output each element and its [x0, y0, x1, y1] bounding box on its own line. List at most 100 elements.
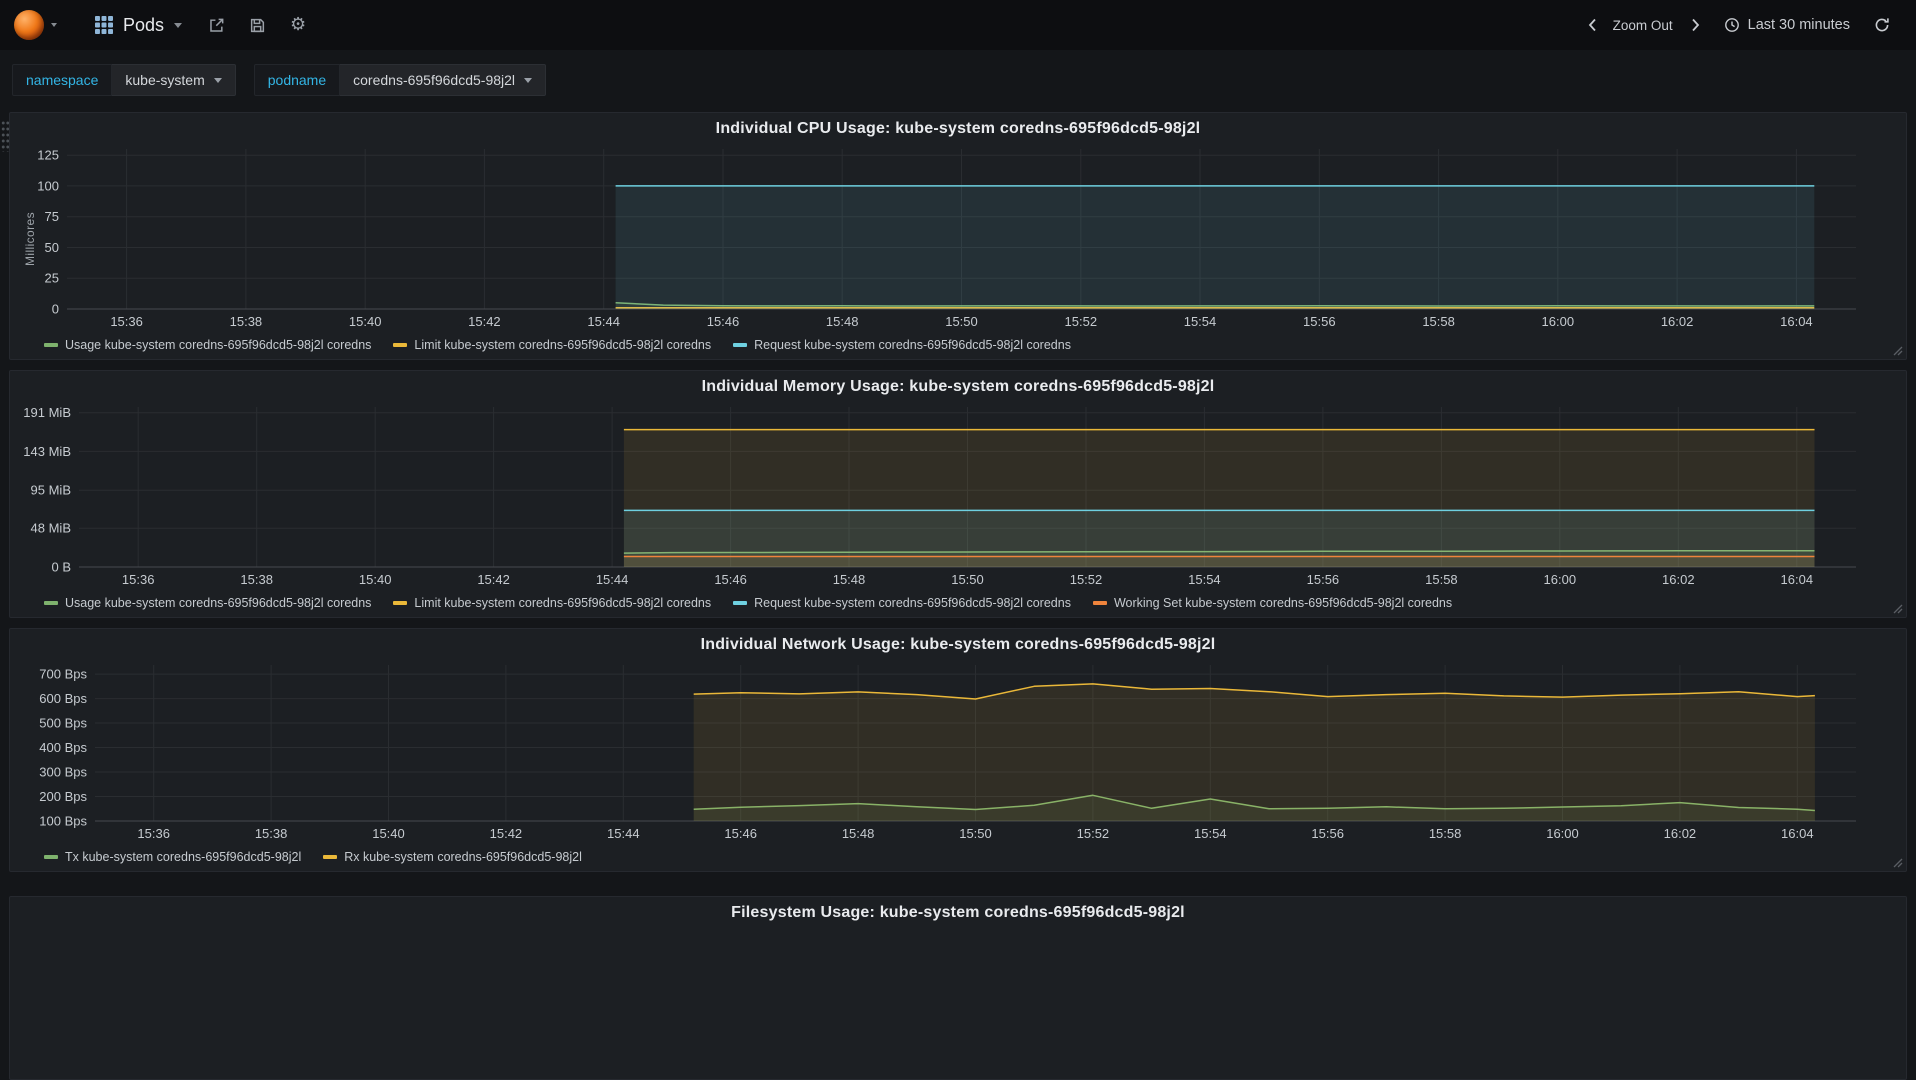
panel-filesystem-usage: Filesystem Usage: kube-system coredns-69… — [9, 896, 1907, 1080]
time-range-picker[interactable]: Last 30 minutes — [1712, 11, 1862, 39]
memory-legend: Usage kube-system coredns-695f96dcd5-98j… — [20, 593, 1896, 615]
legend-swatch-icon — [44, 855, 58, 859]
svg-text:15:44: 15:44 — [607, 826, 640, 841]
legend-series-toggle[interactable]: Request kube-system coredns-695f96dcd5-9… — [733, 338, 1071, 352]
legend-series-toggle[interactable]: Tx kube-system coredns-695f96dcd5-98j2l — [44, 850, 301, 864]
legend-series-toggle[interactable]: Usage kube-system coredns-695f96dcd5-98j… — [44, 596, 371, 610]
legend-swatch-icon — [323, 855, 338, 859]
svg-text:15:48: 15:48 — [842, 826, 875, 841]
svg-text:48 MiB: 48 MiB — [31, 521, 71, 536]
svg-text:15:38: 15:38 — [240, 572, 273, 587]
variable-namespace-value-dropdown[interactable]: kube-system — [112, 64, 236, 96]
caret-down-icon — [174, 22, 183, 28]
svg-text:16:00: 16:00 — [1546, 826, 1579, 841]
variable-podname-value-dropdown[interactable]: coredns-695f96dcd5-98j2l — [340, 64, 547, 96]
panel-title[interactable]: Individual Memory Usage: kube-system cor… — [20, 371, 1896, 401]
gear-icon: ⚙ — [290, 14, 307, 35]
refresh-icon — [1875, 18, 1889, 32]
svg-text:191 MiB: 191 MiB — [23, 405, 71, 420]
memory-usage-chart[interactable]: 15:36 15:38 15:40 15:42 15:44 15:46 15:48 15:50… — [20, 401, 1896, 593]
panel-resize-handle-icon[interactable] — [1892, 603, 1903, 614]
panel-title[interactable]: Individual CPU Usage: kube-system coredn… — [20, 113, 1896, 143]
variable-podname: podname coredns-695f96dcd5-98j2l — [253, 64, 547, 96]
panel-memory-usage: Individual Memory Usage: kube-system cor… — [9, 370, 1907, 618]
panel-network-usage: Individual Network Usage: kube-system co… — [9, 628, 1907, 872]
share-icon — [210, 18, 224, 32]
svg-text:15:58: 15:58 — [1422, 314, 1455, 329]
panel-title[interactable]: Filesystem Usage: kube-system coredns-69… — [20, 897, 1896, 927]
variable-namespace-label[interactable]: namespace — [12, 64, 113, 96]
svg-text:15:56: 15:56 — [1303, 314, 1336, 329]
svg-text:15:40: 15:40 — [349, 314, 382, 329]
time-range-label: Last 30 minutes — [1747, 17, 1850, 33]
dashboard-picker[interactable]: Pods — [83, 9, 194, 42]
legend-swatch-icon — [393, 601, 408, 605]
svg-text:16:02: 16:02 — [1661, 314, 1694, 329]
cpu-usage-chart[interactable]: 15:36 15:38 15:40 15:42 15:44 15:46 15:48 15:50… — [20, 143, 1896, 335]
share-button[interactable] — [198, 10, 235, 41]
settings-button[interactable]: ⚙ — [280, 10, 316, 40]
svg-text:15:50: 15:50 — [945, 314, 978, 329]
legend-series-toggle[interactable]: Usage kube-system coredns-695f96dcd5-98j… — [44, 338, 371, 352]
legend-series-toggle[interactable]: Request kube-system coredns-695f96dcd5-9… — [733, 596, 1071, 610]
svg-text:0: 0 — [52, 302, 59, 317]
grafana-menu-button[interactable] — [10, 6, 65, 44]
svg-text:15:50: 15:50 — [951, 572, 984, 587]
save-icon — [250, 18, 265, 32]
svg-text:200 Bps: 200 Bps — [39, 789, 87, 804]
legend-series-toggle[interactable]: Working Set kube-system coredns-695f96dc… — [1092, 596, 1452, 610]
refresh-button[interactable] — [1864, 10, 1900, 40]
svg-text:15:38: 15:38 — [255, 826, 288, 841]
dashboard-grid-icon — [95, 16, 113, 34]
svg-text:600 Bps: 600 Bps — [39, 691, 87, 706]
svg-text:16:02: 16:02 — [1662, 572, 1695, 587]
panel-resize-handle-icon[interactable] — [1892, 857, 1903, 868]
svg-text:16:00: 16:00 — [1544, 572, 1577, 587]
save-button[interactable] — [239, 10, 276, 41]
svg-text:400 Bps: 400 Bps — [39, 740, 87, 755]
legend-series-toggle[interactable]: Limit kube-system coredns-695f96dcd5-98j… — [393, 338, 711, 352]
legend-swatch-icon — [733, 601, 748, 605]
filesystem-usage-chart[interactable] — [20, 927, 1896, 1077]
svg-text:15:48: 15:48 — [826, 314, 859, 329]
network-usage-chart[interactable]: 15:36 15:38 15:40 15:42 15:44 15:46 15:48 15:50… — [20, 659, 1896, 847]
svg-text:15:50: 15:50 — [959, 826, 992, 841]
svg-text:15:52: 15:52 — [1077, 826, 1110, 841]
svg-text:15:58: 15:58 — [1425, 572, 1458, 587]
panel-cpu-usage: Individual CPU Usage: kube-system coredn… — [9, 112, 1907, 360]
svg-text:15:54: 15:54 — [1194, 826, 1227, 841]
variable-podname-label[interactable]: podname — [253, 64, 341, 96]
legend-swatch-icon — [44, 343, 58, 347]
svg-text:16:00: 16:00 — [1542, 314, 1575, 329]
svg-text:15:56: 15:56 — [1311, 826, 1344, 841]
time-pan-left-button[interactable] — [1576, 10, 1609, 40]
svg-text:500 Bps: 500 Bps — [39, 716, 87, 731]
svg-text:25: 25 — [45, 271, 59, 286]
zoom-out-button[interactable]: Zoom Out — [1609, 12, 1677, 39]
cpu-legend: Usage kube-system coredns-695f96dcd5-98j… — [20, 335, 1896, 357]
variable-podname-value: coredns-695f96dcd5-98j2l — [353, 72, 516, 88]
svg-text:0 B: 0 B — [51, 560, 71, 575]
network-legend: Tx kube-system coredns-695f96dcd5-98j2l R… — [20, 847, 1896, 869]
legend-swatch-icon — [44, 601, 58, 605]
legend-series-toggle[interactable]: Rx kube-system coredns-695f96dcd5-98j2l — [323, 850, 582, 864]
dashboard-title: Pods — [123, 14, 165, 35]
svg-text:15:36: 15:36 — [137, 826, 170, 841]
svg-text:95 MiB: 95 MiB — [31, 483, 71, 498]
variable-namespace-value: kube-system — [125, 72, 205, 88]
time-pan-right-button[interactable] — [1679, 10, 1712, 40]
chart-plot: 15:36 15:38 15:40 15:42 15:44 15:46 15:48 15:50… — [23, 405, 1856, 587]
svg-text:15:46: 15:46 — [714, 572, 747, 587]
svg-text:50: 50 — [45, 240, 59, 255]
svg-text:75: 75 — [45, 209, 59, 224]
svg-text:15:42: 15:42 — [477, 572, 510, 587]
svg-text:15:54: 15:54 — [1188, 572, 1221, 587]
svg-text:300 Bps: 300 Bps — [39, 765, 87, 780]
legend-series-toggle[interactable]: Limit kube-system coredns-695f96dcd5-98j… — [393, 596, 711, 610]
panel-resize-handle-icon[interactable] — [1892, 345, 1903, 356]
svg-text:15:56: 15:56 — [1307, 572, 1340, 587]
variable-namespace: namespace kube-system — [12, 64, 236, 96]
panel-title[interactable]: Individual Network Usage: kube-system co… — [20, 629, 1896, 659]
svg-text:15:44: 15:44 — [596, 572, 629, 587]
svg-text:15:58: 15:58 — [1429, 826, 1462, 841]
